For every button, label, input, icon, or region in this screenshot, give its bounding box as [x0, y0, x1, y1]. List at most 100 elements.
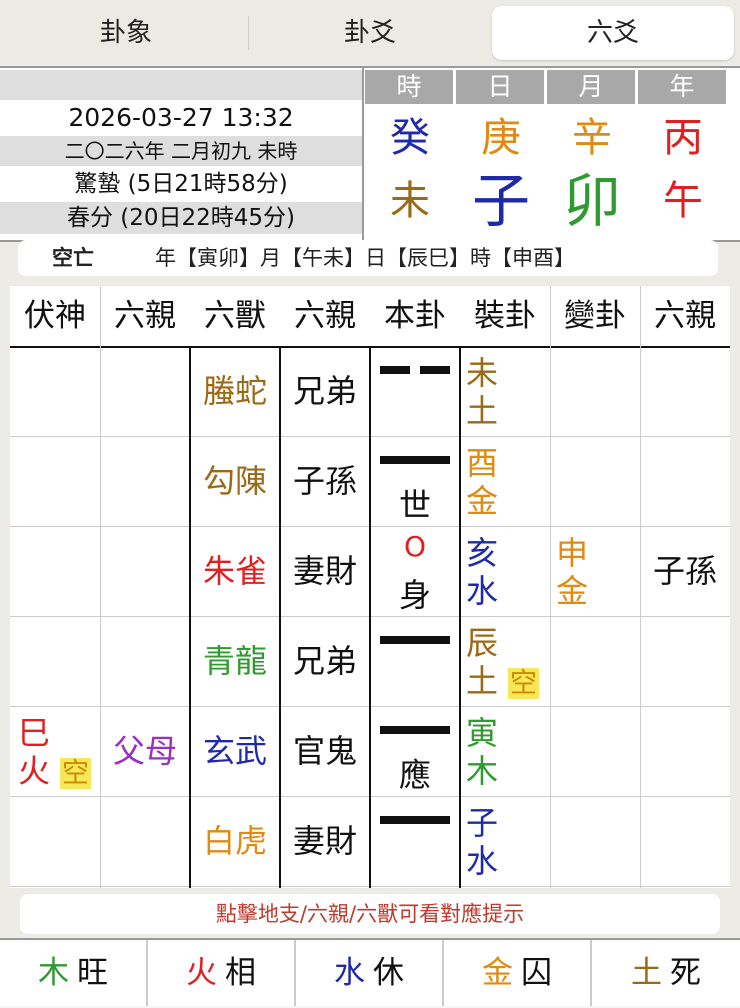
- six-relation[interactable]: 妻財: [280, 526, 370, 616]
- element-strength-4[interactable]: 土死: [592, 940, 740, 1006]
- earthly-branch[interactable]: 酉: [466, 444, 550, 482]
- element-name: 土: [631, 955, 662, 991]
- five-element[interactable]: 木: [466, 752, 550, 790]
- changed-branch[interactable]: 申: [556, 534, 640, 572]
- changed-element[interactable]: 金: [556, 572, 640, 610]
- five-element[interactable]: 水: [466, 572, 550, 610]
- branch-element-cell[interactable]: 亥水: [466, 534, 550, 610]
- element-state: 旺: [77, 955, 108, 991]
- element-strength-3[interactable]: 金囚: [444, 940, 592, 1006]
- stem-year[interactable]: 丙: [638, 110, 728, 166]
- changed-branch-cell[interactable]: 申金: [556, 534, 640, 610]
- element-state: 休: [373, 955, 404, 991]
- solar-term-1: 驚蟄 (5日21時58分): [74, 171, 288, 197]
- pillar-header-year: 年: [638, 70, 726, 104]
- col-header-relation: 六親: [294, 298, 356, 334]
- element-state: 相: [225, 955, 256, 991]
- six-beast[interactable]: 玄武: [190, 706, 280, 796]
- branch-element-cell[interactable]: 子水: [466, 804, 550, 880]
- lunar-date: 二〇二六年 二月初九 未時: [0, 136, 362, 166]
- solar-term-2: 春分 (20日22時45分): [0, 202, 362, 234]
- element-name: 火: [186, 955, 217, 991]
- six-relation[interactable]: 兄弟: [280, 346, 370, 436]
- six-relation[interactable]: 妻財: [280, 796, 370, 886]
- earthly-branch[interactable]: 子: [466, 804, 550, 842]
- line-mark: 世: [398, 486, 431, 524]
- branch-year[interactable]: 午: [638, 166, 728, 236]
- changed-relation[interactable]: 子孫: [640, 526, 730, 616]
- info-blank-row: [0, 70, 362, 100]
- col-header-main-hexagram: 本卦: [384, 298, 446, 334]
- col-header-six-beasts: 六獸: [204, 298, 266, 334]
- stem-month[interactable]: 辛: [547, 110, 637, 166]
- void-bar: 空亡 年【寅卯】月【午未】日【辰巳】時【申酉】: [18, 240, 718, 276]
- void-badge: 空: [60, 758, 92, 789]
- branch-element-cell[interactable]: 辰土空: [466, 624, 550, 700]
- branch-element-cell[interactable]: 未土: [466, 354, 550, 430]
- earthly-branch[interactable]: 寅: [466, 714, 550, 752]
- hidden-relation[interactable]: 父母: [100, 706, 190, 796]
- branch-month[interactable]: 卯: [547, 166, 637, 236]
- void-values: 年【寅卯】月【午未】日【辰巳】時【申酉】: [155, 246, 575, 270]
- tab-liu-yao[interactable]: 六爻: [492, 6, 734, 60]
- five-element[interactable]: 金: [466, 482, 550, 520]
- stem-day[interactable]: 庚: [456, 110, 546, 166]
- date-info-panel: 2026-03-27 13:32 二〇二六年 二月初九 未時 驚蟄 (5日21時…: [0, 66, 740, 242]
- element-state: 死: [670, 955, 701, 991]
- six-relation[interactable]: 官鬼: [280, 706, 370, 796]
- element-name: 水: [334, 955, 365, 991]
- element-strength-2[interactable]: 水休: [296, 940, 444, 1006]
- column-divider: [459, 346, 461, 888]
- yang-line: [380, 816, 450, 824]
- date-info-left: 2026-03-27 13:32 二〇二六年 二月初九 未時 驚蟄 (5日21時…: [0, 68, 364, 240]
- col-header-changed-relation: 六親: [654, 298, 716, 334]
- col-header-branches: 裝卦: [474, 298, 536, 334]
- five-element[interactable]: 土空: [466, 662, 550, 700]
- yang-line: [380, 636, 450, 644]
- hidden-spirit-cell[interactable]: 巳火空: [18, 714, 100, 790]
- tab-divider: [248, 16, 249, 50]
- col-header-changed-hexagram: 變卦: [564, 298, 626, 334]
- tab-gua-xiang[interactable]: 卦象: [6, 6, 246, 60]
- col-header-hidden-spirit: 伏神: [24, 298, 86, 334]
- element-name: 木: [38, 955, 69, 991]
- solar-datetime: 2026-03-27 13:32: [68, 103, 294, 132]
- pillar-header-day: 日: [456, 70, 544, 104]
- earthly-branch[interactable]: 亥: [466, 534, 550, 572]
- element-strength-0[interactable]: 木旺: [0, 940, 148, 1006]
- element-strength-1[interactable]: 火相: [148, 940, 296, 1006]
- hint-text: 點擊地支/六親/六獸可看對應提示: [20, 894, 720, 934]
- six-beast[interactable]: 白虎: [190, 796, 280, 886]
- six-relation[interactable]: 兄弟: [280, 616, 370, 706]
- branch-hour[interactable]: 未: [365, 166, 455, 236]
- hexagram-table: 伏神 六親 六獸 六親 本卦 裝卦 變卦 六親 螣蛇 兄弟未土勾陳 子孫世酉金朱雀妻…: [10, 286, 730, 888]
- moving-line-symbol: O: [403, 530, 427, 563]
- tab-gua-yao[interactable]: 卦爻: [250, 6, 490, 60]
- line-mark: 應: [398, 756, 431, 794]
- void-title: 空亡: [52, 246, 94, 270]
- branch-element-cell[interactable]: 酉金: [466, 444, 550, 520]
- pillar-header-hour: 時: [365, 70, 453, 104]
- earthly-branch[interactable]: 未: [466, 354, 550, 392]
- stem-hour[interactable]: 癸: [365, 110, 455, 166]
- column-divider: [550, 286, 551, 888]
- six-beast[interactable]: 螣蛇: [190, 346, 280, 436]
- element-name: 金: [482, 955, 513, 991]
- yang-line: [380, 456, 450, 464]
- yin-line: [420, 366, 450, 374]
- branch-element-cell[interactable]: 寅木: [466, 714, 550, 790]
- element-strength-bar: 木旺火相水休金囚土死: [0, 938, 740, 1008]
- earthly-branch[interactable]: 辰: [466, 624, 550, 662]
- yang-line: [380, 726, 450, 734]
- six-beast[interactable]: 勾陳: [190, 436, 280, 526]
- line-mark: 身: [398, 576, 431, 614]
- five-element[interactable]: 水: [466, 842, 550, 880]
- six-beast[interactable]: 朱雀: [190, 526, 280, 616]
- hidden-branch[interactable]: 巳: [18, 714, 100, 752]
- branch-day[interactable]: 子: [456, 166, 546, 236]
- column-divider: [100, 286, 101, 888]
- five-element[interactable]: 土: [466, 392, 550, 430]
- hidden-element[interactable]: 火空: [18, 752, 100, 790]
- six-relation[interactable]: 子孫: [280, 436, 370, 526]
- six-beast[interactable]: 青龍: [190, 616, 280, 706]
